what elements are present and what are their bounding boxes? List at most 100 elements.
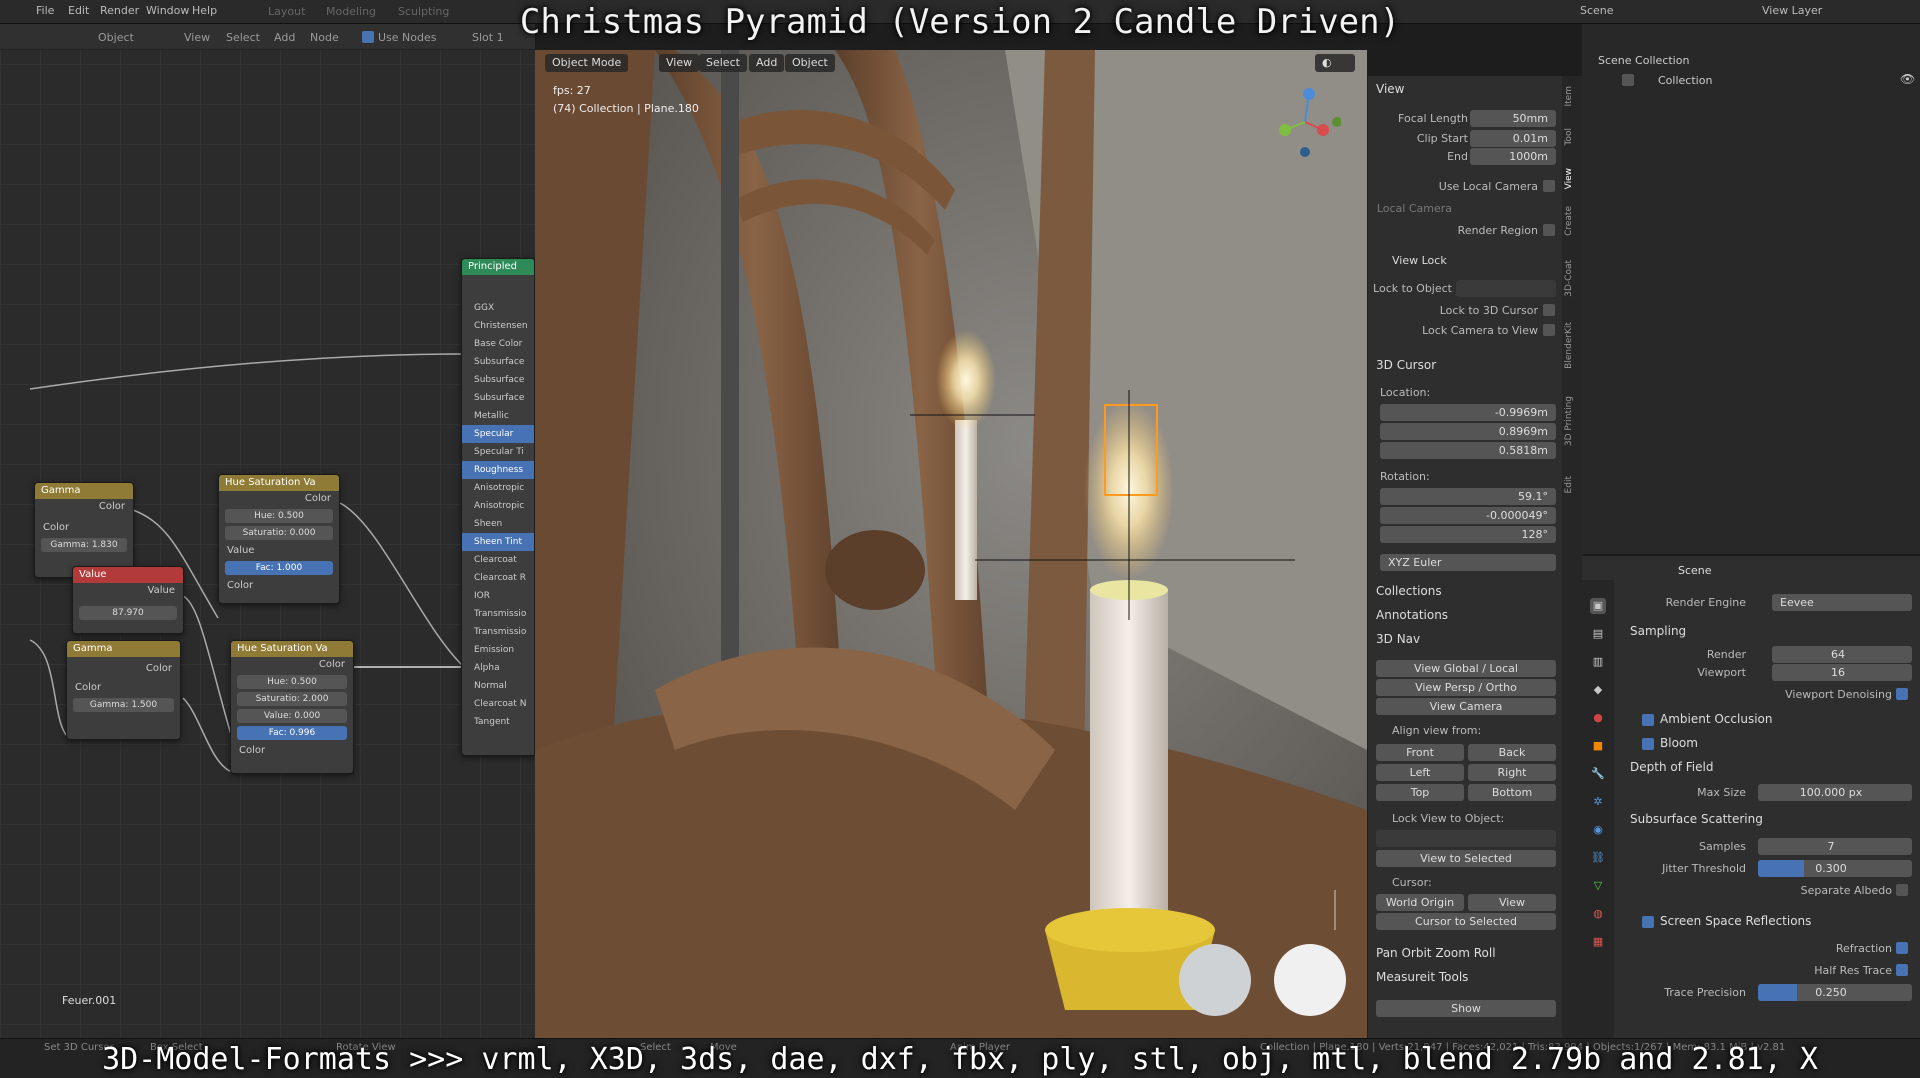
ssr-panel-header[interactable]: Screen Space Reflections bbox=[1660, 914, 1811, 928]
gamma-field[interactable]: Gamma: 1.500 bbox=[73, 698, 174, 712]
3d-nav-section-header[interactable]: 3D Nav bbox=[1376, 632, 1420, 646]
focal-length-field[interactable]: 50mm bbox=[1470, 110, 1556, 127]
tab-create[interactable]: Create bbox=[1564, 206, 1574, 236]
node-hue-saturation-1[interactable]: Hue Saturation Va Color Hue: 0.500 Satur… bbox=[218, 474, 340, 604]
trace-precision-slider[interactable]: 0.250 bbox=[1758, 984, 1912, 1001]
collection-checkbox[interactable] bbox=[1622, 74, 1634, 86]
tab-view[interactable]: View bbox=[1564, 168, 1574, 189]
principled-input-row[interactable]: Sheen bbox=[462, 515, 534, 533]
material-tab-icon[interactable]: ◍ bbox=[1590, 906, 1606, 922]
data-tab-icon[interactable]: ▽ bbox=[1590, 878, 1606, 894]
visibility-eye-icon[interactable]: 👁 bbox=[1900, 72, 1915, 86]
mode-dropdown[interactable]: Object Mode bbox=[545, 54, 629, 72]
cursor-rot-y-field[interactable]: -0.000049° bbox=[1380, 507, 1556, 524]
refraction-checkbox[interactable] bbox=[1896, 942, 1908, 954]
value-field[interactable]: Value: 0.000 bbox=[237, 709, 347, 723]
lock-to-object-field[interactable] bbox=[1456, 280, 1556, 297]
viewport-menu-object[interactable]: Object bbox=[785, 54, 835, 72]
lock-camera-to-view-checkbox[interactable] bbox=[1543, 324, 1555, 336]
scene-tab-icon[interactable]: ◆ bbox=[1590, 682, 1606, 698]
object-tab-icon[interactable]: ■ bbox=[1590, 738, 1606, 754]
principled-input-row[interactable]: Subsurface bbox=[462, 353, 534, 371]
sss-samples-field[interactable]: 7 bbox=[1758, 838, 1912, 855]
principled-input-row[interactable]: Clearcoat bbox=[462, 551, 534, 569]
scene-collection-row[interactable]: Scene Collection bbox=[1598, 54, 1689, 67]
shader-node-editor[interactable]: Gamma Color Color Gamma: 1.830 Value Val… bbox=[0, 24, 535, 1038]
bloom-checkbox[interactable] bbox=[1642, 738, 1654, 750]
collections-section-header[interactable]: Collections bbox=[1376, 584, 1442, 598]
align-top-button[interactable]: Top bbox=[1376, 784, 1464, 801]
principled-input-row[interactable]: Sheen Tint bbox=[462, 533, 534, 551]
principled-input-row[interactable]: Transmissio bbox=[462, 623, 534, 641]
viewport-samples-field[interactable]: 16 bbox=[1772, 664, 1912, 681]
fac-field[interactable]: Fac: 1.000 bbox=[225, 561, 333, 575]
measureit-show-button[interactable]: Show bbox=[1376, 1000, 1556, 1017]
node-gamma-2[interactable]: Gamma Color Color Gamma: 1.500 bbox=[66, 640, 181, 740]
principled-input-row[interactable]: Clearcoat N bbox=[462, 695, 534, 713]
3d-viewport[interactable]: fps: 27 (74) Collection | Plane.180 bbox=[535, 50, 1367, 1038]
principled-input-row[interactable]: Tangent bbox=[462, 713, 534, 731]
principled-input-row[interactable]: IOR bbox=[462, 587, 534, 605]
output-tab-icon[interactable]: ▤ bbox=[1590, 626, 1606, 642]
half-res-trace-checkbox[interactable] bbox=[1896, 964, 1908, 976]
node-hue-saturation-2[interactable]: Hue Saturation Va Color Hue: 0.500 Satur… bbox=[230, 640, 354, 774]
principled-input-row[interactable]: Subsurface bbox=[462, 389, 534, 407]
bloom-panel-header[interactable]: Bloom bbox=[1660, 736, 1698, 750]
particles-tab-icon[interactable]: ✲ bbox=[1590, 794, 1606, 810]
align-back-button[interactable]: Back bbox=[1468, 744, 1556, 761]
cursor-to-selected-button[interactable]: Cursor to Selected bbox=[1376, 913, 1556, 930]
collection-row[interactable]: Collection bbox=[1658, 74, 1712, 87]
principled-input-row[interactable]: Anisotropic bbox=[462, 497, 534, 515]
ambient-occlusion-checkbox[interactable] bbox=[1642, 714, 1654, 726]
view-layer-tab-icon[interactable]: ▥ bbox=[1590, 654, 1606, 670]
saturation-field[interactable]: Saturatio: 2.000 bbox=[237, 692, 347, 706]
view-global-local-button[interactable]: View Global / Local bbox=[1376, 660, 1556, 677]
outliner[interactable]: Scene Collection Collection 👁 bbox=[1582, 24, 1920, 554]
hue-field[interactable]: Hue: 0.500 bbox=[225, 509, 333, 523]
3d-cursor-section-header[interactable]: 3D Cursor bbox=[1376, 358, 1436, 372]
world-tab-icon[interactable]: ● bbox=[1590, 710, 1606, 726]
principled-input-row[interactable]: Alpha bbox=[462, 659, 534, 677]
principled-input-row[interactable]: Specular Ti bbox=[462, 443, 534, 461]
tab-3d-printing[interactable]: 3D Printing bbox=[1564, 396, 1574, 446]
annotations-section-header[interactable]: Annotations bbox=[1376, 608, 1448, 622]
node-gamma-1[interactable]: Gamma Color Color Gamma: 1.830 bbox=[34, 482, 134, 578]
shading-mode-icon[interactable]: ◐ bbox=[1315, 54, 1355, 72]
tab-edit[interactable]: Edit bbox=[1564, 476, 1574, 493]
tab-blenderkit[interactable]: BlenderKit bbox=[1564, 322, 1574, 369]
tab-3d-coat[interactable]: 3D-Coat bbox=[1564, 260, 1574, 297]
subsurface-scattering-panel-header[interactable]: Subsurface Scattering bbox=[1630, 812, 1763, 826]
measureit-section-header[interactable]: Measureit Tools bbox=[1376, 970, 1468, 984]
principled-input-row[interactable]: Normal bbox=[462, 677, 534, 695]
modifier-tab-icon[interactable]: 🔧 bbox=[1590, 766, 1606, 782]
principled-input-row[interactable]: Clearcoat R bbox=[462, 569, 534, 587]
constraints-tab-icon[interactable]: ⛓ bbox=[1590, 850, 1606, 866]
render-region-checkbox[interactable] bbox=[1543, 224, 1555, 236]
texture-tab-icon[interactable]: ▦ bbox=[1590, 934, 1606, 950]
align-right-button[interactable]: Right bbox=[1468, 764, 1556, 781]
physics-tab-icon[interactable]: ◉ bbox=[1590, 822, 1606, 838]
separate-albedo-checkbox[interactable] bbox=[1896, 884, 1908, 896]
cursor-y-field[interactable]: 0.8969m bbox=[1380, 423, 1556, 440]
view-persp-ortho-button[interactable]: View Persp / Ortho bbox=[1376, 679, 1556, 696]
render-tab-icon[interactable]: ▣ bbox=[1590, 598, 1606, 614]
view-lock-subheader[interactable]: View Lock bbox=[1392, 254, 1447, 267]
cursor-rot-z-field[interactable]: 128° bbox=[1380, 526, 1556, 543]
principled-input-row[interactable]: GGX bbox=[462, 299, 534, 317]
gamma-field[interactable]: Gamma: 1.830 bbox=[41, 538, 127, 552]
principled-input-row[interactable]: Transmissio bbox=[462, 605, 534, 623]
principled-input-row[interactable]: Metallic bbox=[462, 407, 534, 425]
hue-field[interactable]: Hue: 0.500 bbox=[237, 675, 347, 689]
fac-field[interactable]: Fac: 0.996 bbox=[237, 726, 347, 740]
cursor-view-button[interactable]: View bbox=[1468, 894, 1556, 911]
sampling-panel-header[interactable]: Sampling bbox=[1630, 624, 1686, 638]
principled-input-row[interactable]: Subsurface bbox=[462, 371, 534, 389]
cursor-x-field[interactable]: -0.9969m bbox=[1380, 404, 1556, 421]
node-value[interactable]: Value Value 87.970 bbox=[72, 566, 184, 634]
use-local-camera-checkbox[interactable] bbox=[1543, 180, 1555, 192]
max-size-field[interactable]: 100.000 px bbox=[1758, 784, 1912, 801]
viewport-denoising-checkbox[interactable] bbox=[1896, 688, 1908, 700]
align-front-button[interactable]: Front bbox=[1376, 744, 1464, 761]
clip-start-field[interactable]: 0.01m bbox=[1470, 130, 1556, 147]
principled-input-row[interactable]: Emission bbox=[462, 641, 534, 659]
